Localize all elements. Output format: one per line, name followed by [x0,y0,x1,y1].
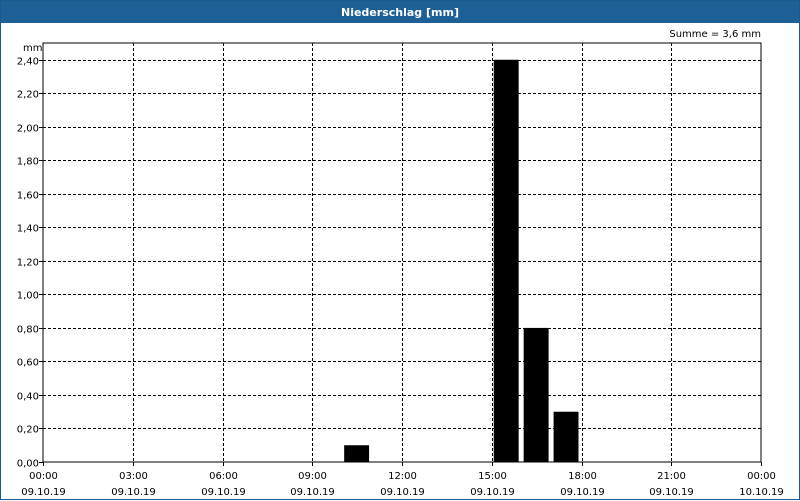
x-tick-date-label: 09.10.19 [560,487,605,498]
x-tick-time-label: 06:00 [209,471,238,482]
x-tick-date-label: 09.10.19 [470,487,515,498]
y-tick-label: 1,00 [17,291,39,302]
y-tick-label: 2,00 [17,124,39,135]
x-tick-date-label: 09.10.19 [290,487,335,498]
y-axis: 0,00 0,20 0,40 0,60 0,80 1,00 1,20 1,40 1,60 1,80… [17,57,43,470]
precipitation-bar [493,59,519,462]
x-tick-time-label: 21:00 [657,471,686,482]
precipitation-bar [344,445,370,462]
y-tick-label: 2,40 [17,57,39,68]
y-tick-label: 0,40 [17,392,39,403]
x-tick-date-label: 09.10.19 [380,487,425,498]
x-tick-date-label: 10.10.19 [739,487,784,498]
x-tick-date-label: 09.10.19 [649,487,694,498]
y-tick-label: 0,00 [17,459,39,470]
x-tick-date-label: 09.10.19 [21,487,66,498]
x-tick-time-label: 18:00 [568,471,597,482]
chart-window: Niederschlag [mm] 0,00 0,20 0,40 0,60 0,80 1,… [0,0,800,500]
y-tick-label: 1,40 [17,224,39,235]
y-tick-label: 1,20 [17,258,39,269]
y-tick-label: 1,60 [17,191,39,202]
y-tick-label: 0,80 [17,325,39,336]
y-tick-label: 2,20 [17,90,39,101]
precipitation-bar [553,411,579,462]
x-tick-date-label: 09.10.19 [111,487,156,498]
x-tick-time-label: 03:00 [119,471,148,482]
y-tick-label: 1,80 [17,157,39,168]
x-tick-time-label: 00:00 [747,471,776,482]
x-tick-time-label: 12:00 [388,471,417,482]
precipitation-chart: 0,00 0,20 0,40 0,60 0,80 1,00 1,20 1,40 1,60 1,80… [17,29,784,498]
x-tick-time-label: 00:00 [29,471,58,482]
x-axis: 00:00 09.10.19 03:00 09.10.19 06:00 09.10.19 0… [21,462,784,498]
y-tick-label: 0,20 [17,425,39,436]
y-tick-label: 0,60 [17,358,39,369]
x-tick-date-label: 09.10.19 [201,487,246,498]
x-tick-time-label: 09:00 [298,471,327,482]
precipitation-bar [523,327,549,462]
y-axis-unit-label: mm [23,43,42,54]
x-tick-time-label: 15:00 [478,471,507,482]
sum-annotation: Summe = 3,6 mm [669,29,761,40]
